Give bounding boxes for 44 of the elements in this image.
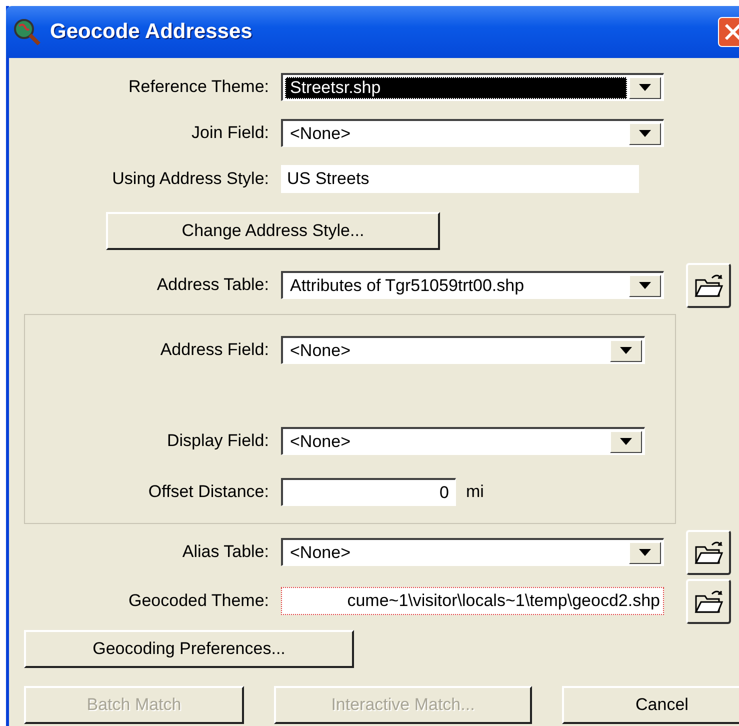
dropdown[interactable]: <None> (281, 538, 664, 566)
dropdown-arrow-icon (620, 347, 632, 354)
dropdown-arrow-button[interactable] (629, 274, 661, 296)
open-folder-icon (694, 588, 724, 614)
dropdown-arrow-button[interactable] (629, 122, 661, 144)
dropdown[interactable]: Attributes of Tgr51059trt00.shp (281, 271, 664, 299)
browse-button[interactable] (686, 262, 731, 308)
path-field[interactable]: cume~1\visitor\locals~1\temp\geocd2.shp (281, 587, 664, 615)
open-folder-icon (694, 539, 724, 565)
field-label: Join Field: (190, 123, 270, 143)
field-label: Address Table: (156, 275, 270, 295)
window-title: Geocode Addresses (50, 20, 254, 44)
field-label: Alias Table: (181, 542, 270, 562)
field-label: Geocoded Theme: (128, 591, 270, 611)
dropdown-arrow-icon (639, 282, 651, 289)
dropdown[interactable]: <None> (281, 427, 645, 455)
dropdown[interactable]: <None> (281, 119, 664, 147)
open-folder-icon (694, 272, 724, 298)
dropdown-arrow-button[interactable] (610, 340, 642, 362)
field-label: Using Address Style: (111, 169, 270, 189)
change-address-style-button[interactable]: Change Address Style... (106, 212, 440, 250)
unit-label: mi (466, 482, 484, 502)
dropdown[interactable]: <None> (281, 336, 645, 364)
globe-magnifier-icon (12, 17, 42, 47)
dropdown-arrow-icon (639, 130, 651, 137)
close-button[interactable] (718, 17, 739, 47)
field-label: Offset Distance: (147, 482, 270, 502)
geocoding-preferences-button[interactable]: Geocoding Preferences... (24, 630, 354, 668)
field-label: Address Field: (159, 340, 270, 360)
close-icon (724, 23, 739, 41)
dropdown-arrow-button[interactable] (629, 542, 661, 564)
dialog-button[interactable]: Cancel (562, 686, 739, 724)
dropdown-arrow-icon (639, 84, 651, 91)
field-label: Display Field: (166, 431, 270, 451)
dropdown-arrow-button[interactable] (629, 76, 661, 98)
dropdown-arrow-button[interactable] (610, 430, 642, 452)
browse-button[interactable] (686, 578, 731, 624)
dropdown-arrow-icon (639, 549, 651, 556)
dropdown[interactable]: Streetsr.shp (281, 73, 664, 101)
address-style-field: US Streets (281, 165, 639, 193)
number-field[interactable]: 0 (281, 478, 456, 506)
browse-button[interactable] (686, 530, 731, 574)
dropdown-arrow-icon (620, 438, 632, 445)
field-label: Reference Theme: (128, 77, 270, 97)
